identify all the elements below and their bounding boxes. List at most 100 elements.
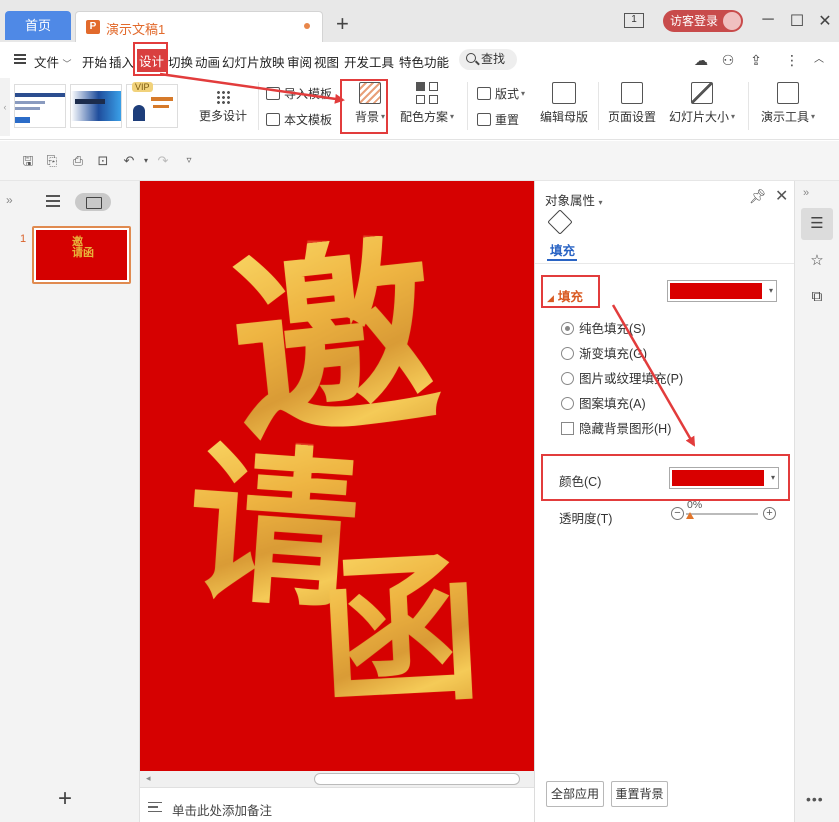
more-icon[interactable]: ••• (806, 791, 824, 807)
transparency-slider-handle[interactable] (686, 512, 694, 519)
hide-background-checkbox[interactable]: 隐藏背景图形(H) (561, 418, 671, 437)
share-icon[interactable]: ⇪ (747, 52, 765, 68)
ribbon-divider (258, 82, 259, 130)
layout-button[interactable]: 版式 ▾ (477, 85, 525, 102)
ribbon-divider (748, 82, 749, 130)
menu-tab-transition[interactable]: 切换 (168, 52, 193, 71)
search-label: 查找 (481, 52, 506, 66)
animation-icon[interactable]: ☆ (801, 245, 833, 277)
presentation-tools-label: 演示工具 (760, 110, 809, 124)
radio-label: 纯色填充(S) (579, 322, 646, 336)
fill-color-swatch (670, 283, 762, 299)
cloud-icon[interactable]: ☁ (692, 52, 710, 68)
scrollbar-thumb[interactable] (314, 773, 520, 785)
task-pane-sidebar: » ☰ ☆ ⧉ ••• (794, 181, 839, 822)
master-icon (552, 82, 576, 104)
radio-label: 图案填充(A) (579, 397, 646, 411)
template-thumbnail[interactable] (70, 84, 122, 128)
pin-icon[interactable]: 📌︎ (749, 188, 767, 205)
ribbon-divider (598, 82, 599, 130)
properties-icon[interactable]: ☰ (801, 208, 833, 240)
color-scheme-button[interactable]: 配色方案 ▾ (396, 82, 458, 125)
hamburger-menu-icon[interactable] (14, 54, 26, 64)
collapse-sidebar-icon[interactable]: » (803, 187, 809, 199)
presentation-tools-button[interactable]: 演示工具 ▾ (757, 82, 819, 125)
this-template-button[interactable]: 本文模板 (266, 111, 332, 128)
customize-toolbar-icon[interactable]: ▿ (182, 154, 196, 168)
radio-label: 图片或纹理填充(P) (579, 372, 684, 386)
undo-dropdown-icon[interactable]: ▾ (139, 154, 153, 168)
notes-bar[interactable]: 单击此处添加备注 (140, 787, 534, 822)
redo-icon[interactable]: ↷ (156, 154, 170, 168)
active-tab-indicator (547, 259, 577, 261)
slide-size-icon (691, 82, 713, 104)
menu-tab-review[interactable]: 审阅 (287, 52, 312, 71)
format-painter-icon[interactable]: ⎘ (45, 154, 59, 168)
menu-file[interactable]: 文件 ﹀ (34, 52, 72, 71)
horizontal-scrollbar[interactable]: ◂ (140, 771, 534, 787)
ribbon-scroll-left-icon[interactable]: ‹ (0, 78, 10, 136)
new-tab-button[interactable]: + (336, 12, 349, 36)
more-design-button[interactable]: 更多设计 (196, 90, 250, 124)
transparency-increase-button[interactable]: + (763, 507, 776, 520)
title-bar: 首页 P 演示文稿1 + 1 访客登录 ─ ☐ ✕ (0, 0, 839, 42)
reset-background-button[interactable]: 重置背景 (611, 781, 668, 807)
collaborate-icon[interactable]: ⚇ (719, 52, 737, 68)
radio-gradient-fill[interactable]: 渐变填充(G) (561, 343, 647, 362)
restore-button[interactable]: ☐ (787, 11, 807, 31)
fill-color-dropdown[interactable]: ▾ (667, 280, 777, 302)
tab-document[interactable]: P 演示文稿1 (75, 11, 323, 42)
tab-fill[interactable]: 填充 (550, 240, 575, 259)
page-setup-button[interactable]: 页面设置 (606, 82, 658, 125)
notes-placeholder: 单击此处添加备注 (172, 804, 273, 818)
radio-solid-fill[interactable]: 纯色填充(S) (561, 318, 646, 337)
print-icon[interactable]: ⎙ (71, 154, 85, 168)
template-thumbnail[interactable] (14, 84, 66, 128)
menu-tab-features[interactable]: 特色功能 (399, 52, 449, 71)
outline-view-icon[interactable] (46, 195, 60, 207)
color-label: 颜色(C) (559, 475, 602, 489)
more-vertical-icon[interactable]: ⋮ (783, 52, 801, 68)
fill-section-header[interactable]: ◢ 填充 (547, 286, 583, 305)
menu-tab-developer[interactable]: 开发工具 (344, 52, 394, 71)
radio-picture-fill[interactable]: 图片或纹理填充(P) (561, 368, 683, 387)
menu-tab-insert[interactable]: 插入 (109, 52, 134, 71)
collapse-ribbon-icon[interactable]: ︿ (810, 52, 828, 68)
transparency-decrease-button[interactable]: − (671, 507, 684, 520)
undo-icon[interactable]: ↶ (122, 154, 136, 168)
checkbox-label: 隐藏背景图形(H) (579, 422, 672, 436)
scroll-left-icon[interactable]: ◂ (146, 773, 151, 784)
add-slide-button[interactable]: + (58, 785, 72, 813)
menu-tab-animation[interactable]: 动画 (195, 52, 220, 71)
slide-pane-icon[interactable]: ⧉ (801, 281, 833, 313)
menu-tab-view[interactable]: 视图 (314, 52, 339, 71)
transparency-slider[interactable] (686, 513, 758, 515)
print-preview-icon[interactable]: ⊡ (96, 154, 110, 168)
presentation-tools-icon (777, 82, 799, 104)
reset-button[interactable]: 重置 (477, 111, 519, 128)
expand-panel-icon[interactable]: » (6, 193, 13, 207)
radio-pattern-fill[interactable]: 图案填充(A) (561, 393, 646, 412)
menu-tab-slideshow[interactable]: 幻灯片放映 (222, 52, 285, 71)
minimize-button[interactable]: ─ (758, 11, 778, 29)
slide-size-button[interactable]: 幻灯片大小 ▾ (667, 82, 737, 125)
close-window-button[interactable]: ✕ (815, 11, 835, 31)
slide[interactable]: 邀 请 函 (140, 181, 534, 771)
save-icon[interactable]: 🖫 (21, 154, 35, 168)
panel-title[interactable]: 对象属性 ▾ (545, 190, 603, 209)
menu-tab-home[interactable]: 开始 (82, 52, 107, 71)
login-button[interactable]: 访客登录 (663, 10, 743, 32)
apply-all-button[interactable]: 全部应用 (546, 781, 604, 807)
slide-thumbnail[interactable]: 邀请函 (32, 226, 131, 284)
import-template-button[interactable]: 导入模板 (266, 85, 332, 102)
thumbnail-view-toggle[interactable] (75, 193, 111, 211)
color-dropdown[interactable]: ▾ (669, 467, 779, 489)
paint-bucket-icon[interactable] (547, 209, 573, 235)
divider (535, 263, 795, 264)
window-count-button[interactable]: 1 (624, 13, 644, 28)
close-icon[interactable]: ✕ (775, 186, 788, 206)
search-button[interactable]: 查找 (459, 49, 517, 70)
tab-home[interactable]: 首页 (5, 11, 71, 40)
edit-master-button[interactable]: 编辑母版 (538, 82, 590, 125)
notes-icon (148, 802, 162, 812)
